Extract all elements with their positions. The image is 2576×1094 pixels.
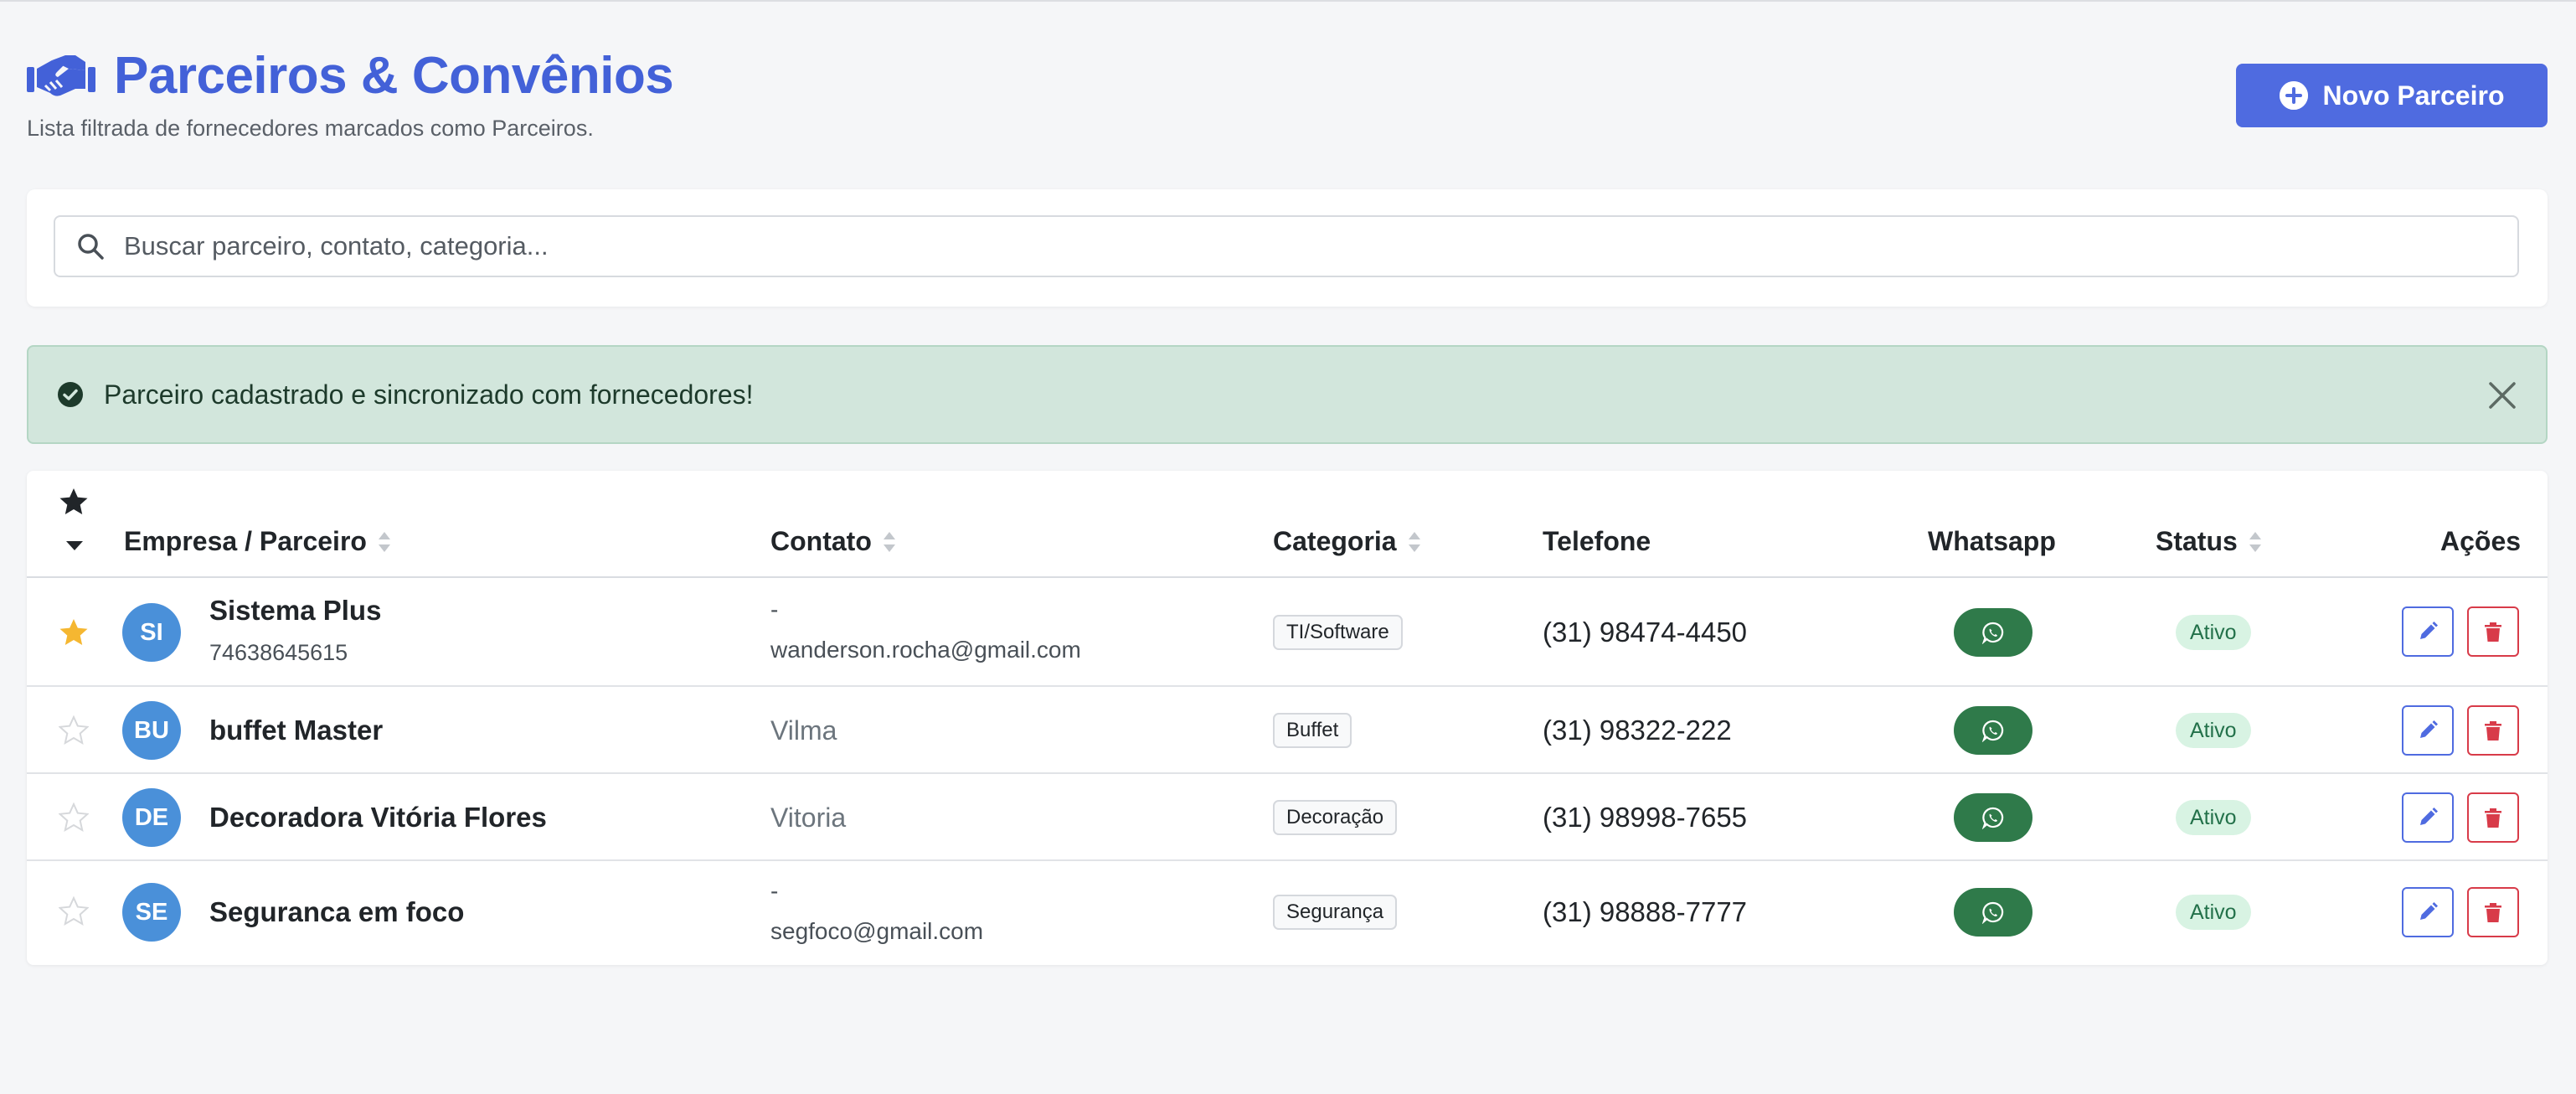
avatar: SE <box>122 883 181 942</box>
edit-button[interactable] <box>2402 792 2454 843</box>
company-name: Decoradora Vitória Flores <box>209 802 547 833</box>
whatsapp-button[interactable] <box>1954 608 2032 657</box>
success-alert: Parceiro cadastrado e sincronizado com f… <box>27 345 2548 444</box>
category-badge: Buffet <box>1273 713 1352 748</box>
trash-icon <box>2485 622 2501 642</box>
avatar: BU <box>122 701 181 760</box>
search-box[interactable] <box>54 215 2519 277</box>
trash-icon <box>2485 808 2501 828</box>
column-header-contact[interactable]: Contato <box>770 526 897 557</box>
whatsapp-icon <box>1981 901 2004 924</box>
status-badge: Ativo <box>2176 713 2251 748</box>
column-header-whatsapp-label: Whatsapp <box>1928 526 2056 556</box>
favorite-star-icon[interactable] <box>58 715 90 746</box>
column-header-actions-label: Ações <box>2440 526 2522 556</box>
table-row: SE Seguranca em foco - segfoco@gmail.com… <box>27 861 2548 965</box>
phone-number: (31) 98322-222 <box>1543 715 1732 746</box>
whatsapp-icon <box>1981 622 2004 644</box>
plus-circle-icon <box>2279 81 2308 110</box>
delete-button[interactable] <box>2467 705 2519 756</box>
company-name: buffet Master <box>209 715 384 746</box>
sort-icon <box>378 531 390 552</box>
column-header-status[interactable]: Status <box>2156 526 2263 557</box>
partners-table: Empresa / Parceiro Contato Categoria Tel… <box>27 471 2548 965</box>
status-badge: Ativo <box>2176 615 2251 650</box>
close-icon[interactable] <box>2486 379 2519 412</box>
company-document: 74638645615 <box>209 640 348 665</box>
delete-button[interactable] <box>2467 606 2519 657</box>
column-header-status-label: Status <box>2156 526 2238 556</box>
category-badge: Segurança <box>1273 895 1398 930</box>
contact-name: Vitoria <box>770 802 847 833</box>
whatsapp-button[interactable] <box>1954 706 2032 755</box>
contact-name: - <box>770 878 779 904</box>
contact-name: - <box>770 596 779 622</box>
new-partner-button[interactable]: Novo Parceiro <box>2236 64 2548 127</box>
trash-icon <box>2485 721 2501 741</box>
contact-name: Vilma <box>770 715 837 746</box>
handshake-icon <box>27 52 95 99</box>
search-icon <box>75 231 106 261</box>
page-header: Parceiros & Convênios Lista filtrada de … <box>27 44 2548 152</box>
favorite-star-icon[interactable] <box>58 895 90 926</box>
title-row: Parceiros & Convênios <box>27 44 2548 107</box>
edit-button[interactable] <box>2402 705 2454 756</box>
sort-icon <box>883 531 895 552</box>
search-input[interactable] <box>122 220 2517 272</box>
pencil-icon <box>2420 720 2438 738</box>
sort-icon <box>1408 531 1420 552</box>
trash-icon <box>2485 903 2501 922</box>
column-header-phone: Telefone <box>1543 526 1651 557</box>
company-name: Seguranca em foco <box>209 896 465 927</box>
status-badge: Ativo <box>2176 895 2251 930</box>
pencil-icon <box>2420 808 2438 825</box>
column-header-category[interactable]: Categoria <box>1273 526 1422 557</box>
column-header-whatsapp: Whatsapp <box>1928 526 2056 557</box>
whatsapp-button[interactable] <box>1954 888 2032 937</box>
column-header-company[interactable]: Empresa / Parceiro <box>124 526 392 557</box>
status-badge: Ativo <box>2176 800 2251 835</box>
table-row: BU buffet Master Vilma Buffet (31) 98322… <box>27 687 2548 774</box>
sort-icon <box>2249 531 2261 552</box>
new-partner-button-label: Novo Parceiro <box>2322 80 2505 111</box>
table-header: Empresa / Parceiro Contato Categoria Tel… <box>27 471 2548 578</box>
whatsapp-icon <box>1981 720 2004 742</box>
edit-button[interactable] <box>2402 887 2454 937</box>
table-row: SI Sistema Plus 74638645615 - wanderson.… <box>27 578 2548 687</box>
page-title: Parceiros & Convênios <box>114 46 674 105</box>
favorite-star-icon[interactable] <box>59 617 89 648</box>
delete-button[interactable] <box>2467 792 2519 843</box>
alert-message: Parceiro cadastrado e sincronizado com f… <box>104 379 754 410</box>
phone-number: (31) 98888-7777 <box>1543 896 1748 927</box>
table-row: DE Decoradora Vitória Flores Vitoria Dec… <box>27 774 2548 861</box>
whatsapp-button[interactable] <box>1954 793 2032 842</box>
top-divider <box>0 0 2576 2</box>
delete-button[interactable] <box>2467 887 2519 937</box>
edit-button[interactable] <box>2402 606 2454 657</box>
column-header-phone-label: Telefone <box>1543 526 1651 556</box>
favorite-column-star-icon[interactable] <box>59 488 89 516</box>
page-subtitle: Lista filtrada de fornecedores marcados … <box>27 116 594 141</box>
pencil-icon <box>2420 902 2438 920</box>
avatar: DE <box>122 788 181 847</box>
category-badge: TI/Software <box>1273 615 1403 650</box>
favorite-star-icon[interactable] <box>58 802 90 833</box>
phone-number: (31) 98474-4450 <box>1543 617 1748 648</box>
column-header-company-label: Empresa / Parceiro <box>124 526 367 556</box>
category-badge: Decoração <box>1273 800 1398 835</box>
avatar: SI <box>122 603 181 662</box>
sort-desc-icon[interactable] <box>65 539 84 551</box>
company-name: Sistema Plus <box>209 595 382 626</box>
whatsapp-icon <box>1981 807 2004 829</box>
pencil-icon <box>2420 622 2438 639</box>
check-circle-icon <box>57 381 84 408</box>
contact-email: segfoco@gmail.com <box>770 918 984 944</box>
column-header-actions: Ações <box>2440 526 2521 557</box>
column-header-category-label: Categoria <box>1273 526 1397 556</box>
phone-number: (31) 98998-7655 <box>1543 802 1748 833</box>
contact-email: wanderson.rocha@gmail.com <box>770 637 1081 663</box>
column-header-contact-label: Contato <box>770 526 872 556</box>
search-card <box>27 189 2548 307</box>
